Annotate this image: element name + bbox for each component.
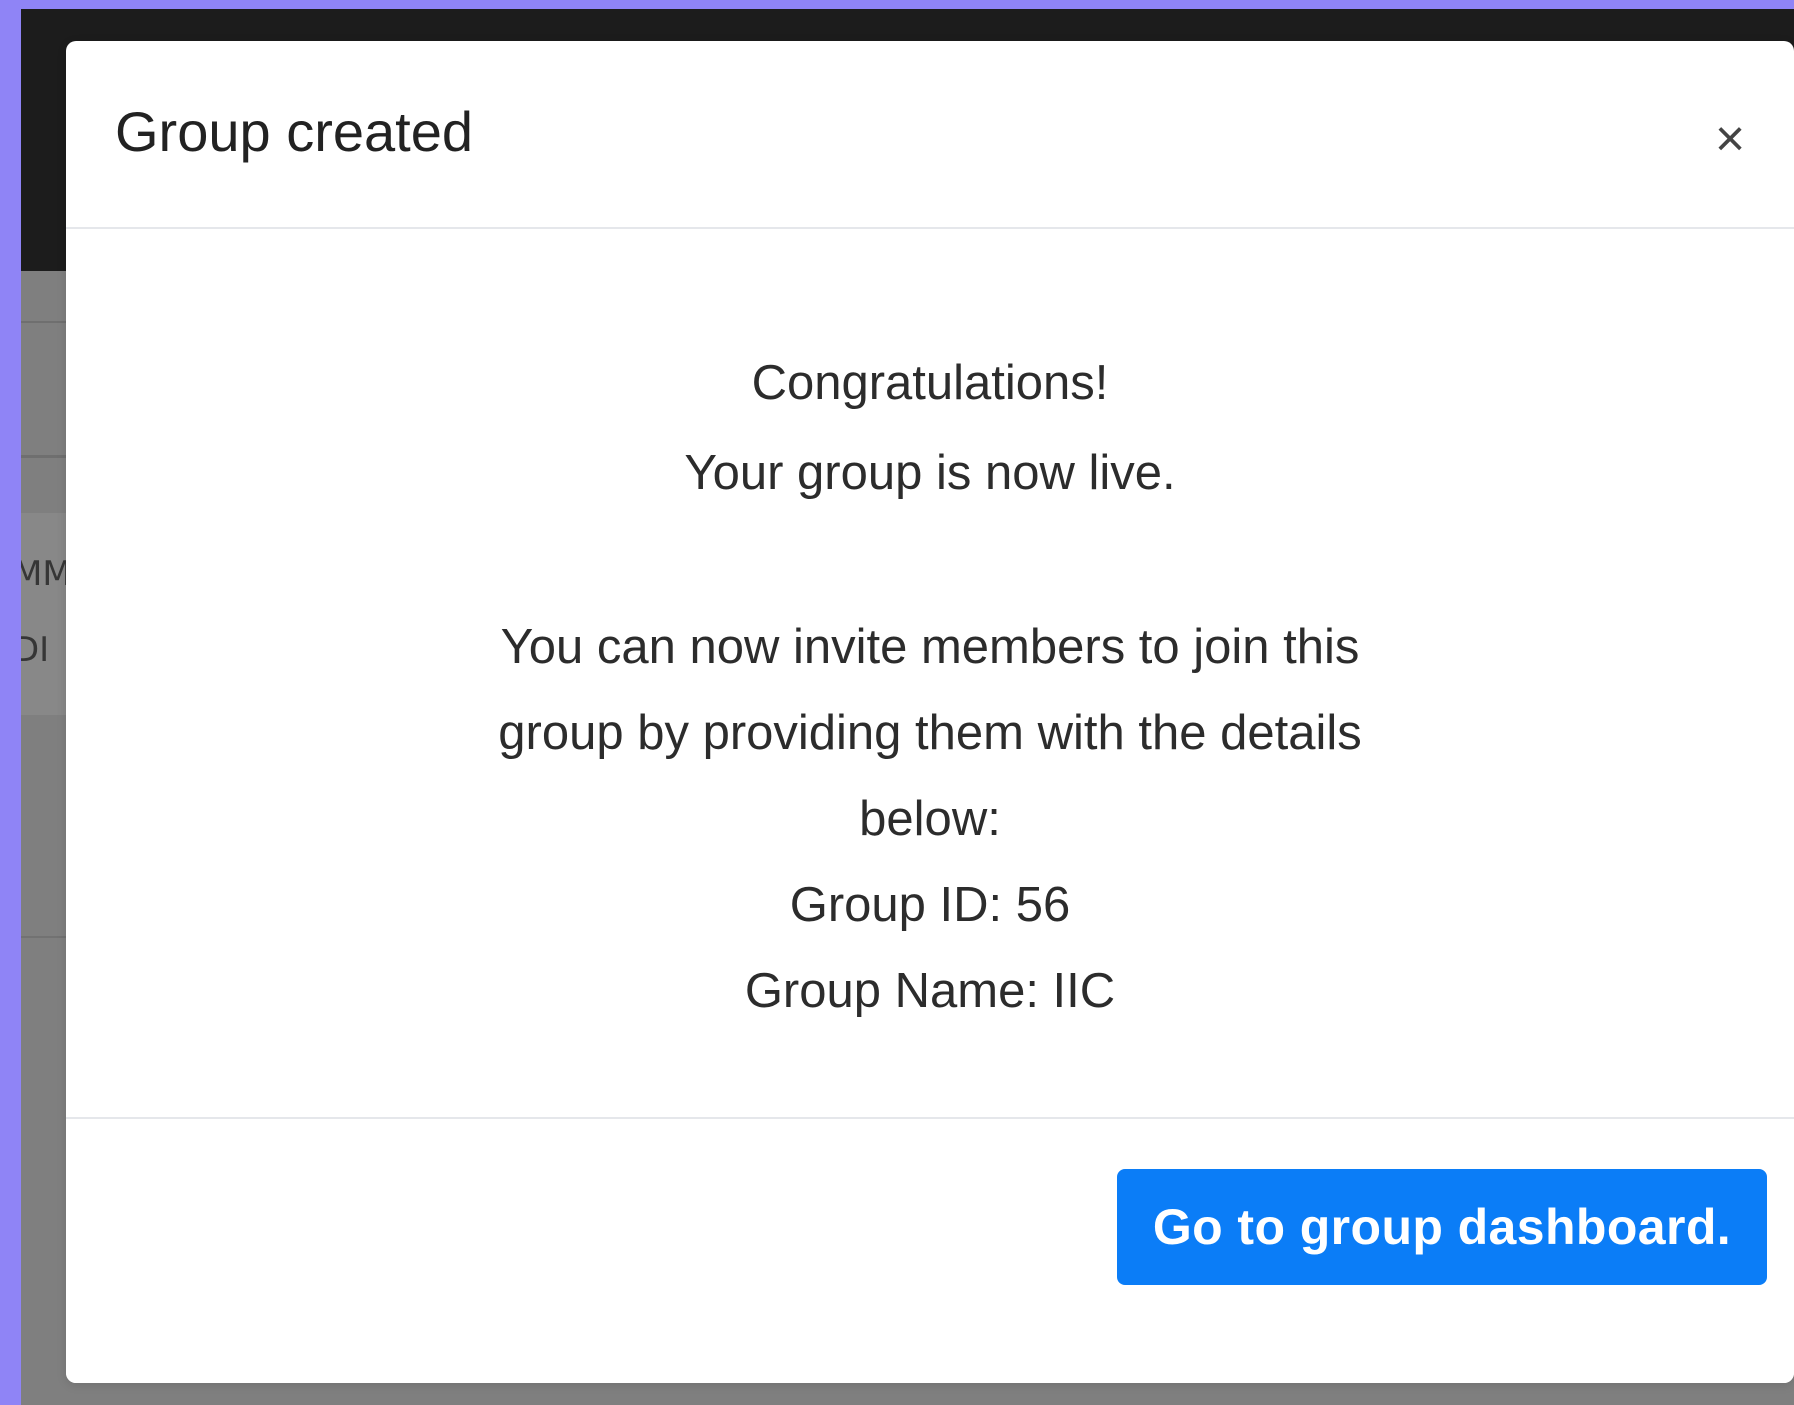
background-text-fragment: MM — [21, 554, 72, 594]
group-id-text: Group ID: 56 — [789, 878, 1071, 932]
invite-instructions-line-2: group by providing them with the details — [498, 706, 1362, 760]
modal-title: Group created — [115, 100, 473, 163]
close-button[interactable]: × — [1702, 111, 1758, 171]
background-text-fragment: DI — [21, 630, 50, 670]
group-live-text: Your group is now live. — [684, 446, 1176, 500]
modal-footer: Go to group dashboard. — [66, 1117, 1794, 1383]
invite-instructions-line-1: You can now invite members to join this — [500, 620, 1360, 674]
go-to-group-dashboard-button[interactable]: Go to group dashboard. — [1117, 1169, 1767, 1285]
group-created-modal: Group created × Congratulations! Your gr… — [66, 41, 1794, 1383]
invite-instructions-line-3: below: — [859, 792, 1001, 846]
modal-body: Congratulations! Your group is now live.… — [66, 229, 1794, 1115]
modal-header: Group created × — [66, 41, 1794, 229]
group-name-text: Group Name: IIC — [744, 964, 1116, 1018]
congratulations-text: Congratulations! — [751, 356, 1109, 410]
close-icon: × — [1714, 110, 1746, 168]
